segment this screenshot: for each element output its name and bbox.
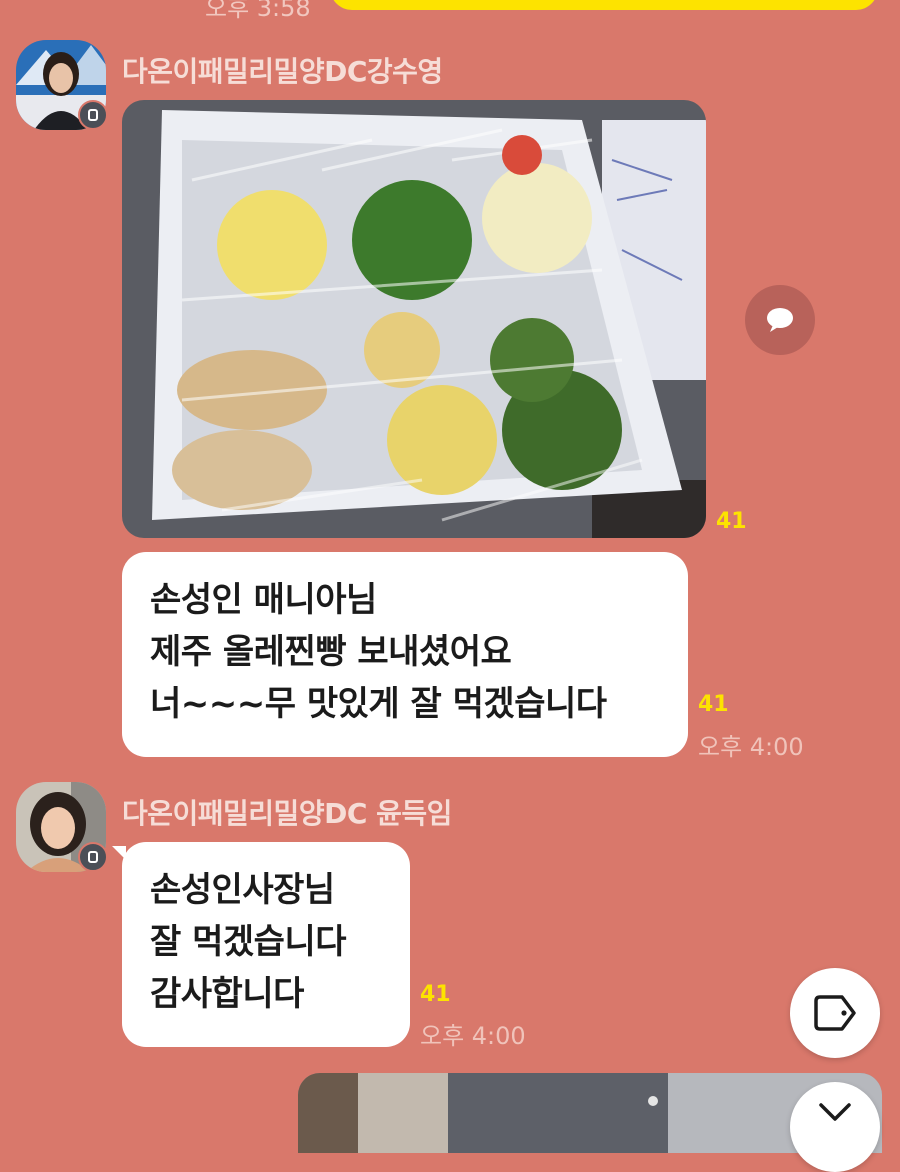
profile-badge-icon [78, 100, 108, 130]
message-text-line: 잘 먹겠습니다 [150, 922, 347, 962]
share-button[interactable] [745, 285, 815, 355]
tag-icon [814, 995, 856, 1031]
sender-name: 다온이패밀리밀양DC 윤득임 [122, 797, 452, 830]
previous-my-message-bubble[interactable] [330, 0, 878, 10]
message-bubble[interactable]: 손성인사장님 잘 먹겠습니다 감사합니다 [122, 842, 410, 1047]
message-time: 오후 4:00 [420, 1022, 526, 1050]
profile-badge-icon [78, 842, 108, 872]
message-text-line: 너~~~무 맛있게 잘 먹겠습니다 [150, 684, 607, 724]
tag-button[interactable] [790, 968, 880, 1058]
message-bubble[interactable]: 손성인 매니아님 제주 올레찐빵 보내셨어요 너~~~무 맛있게 잘 먹겠습니다 [122, 552, 688, 757]
photo-message[interactable] [122, 100, 706, 538]
sender-name: 다온이패밀리밀양DC강수영 [122, 55, 443, 88]
read-count: 41 [420, 982, 451, 1007]
chevron-down-icon [819, 1103, 851, 1121]
read-count: 41 [716, 509, 747, 534]
previous-message-time: 오후 3:58 [205, 0, 311, 22]
scroll-down-button[interactable] [790, 1082, 880, 1172]
read-count: 41 [698, 692, 729, 717]
message-text-line: 감사합니다 [150, 974, 304, 1014]
message-text-line: 손성인 매니아님 [150, 580, 377, 620]
message-time: 오후 4:00 [698, 733, 804, 761]
message-text-line: 제주 올레찐빵 보내셨어요 [150, 632, 512, 672]
message-text-line: 손성인사장님 [150, 870, 335, 910]
speech-bubble-icon [767, 308, 793, 332]
